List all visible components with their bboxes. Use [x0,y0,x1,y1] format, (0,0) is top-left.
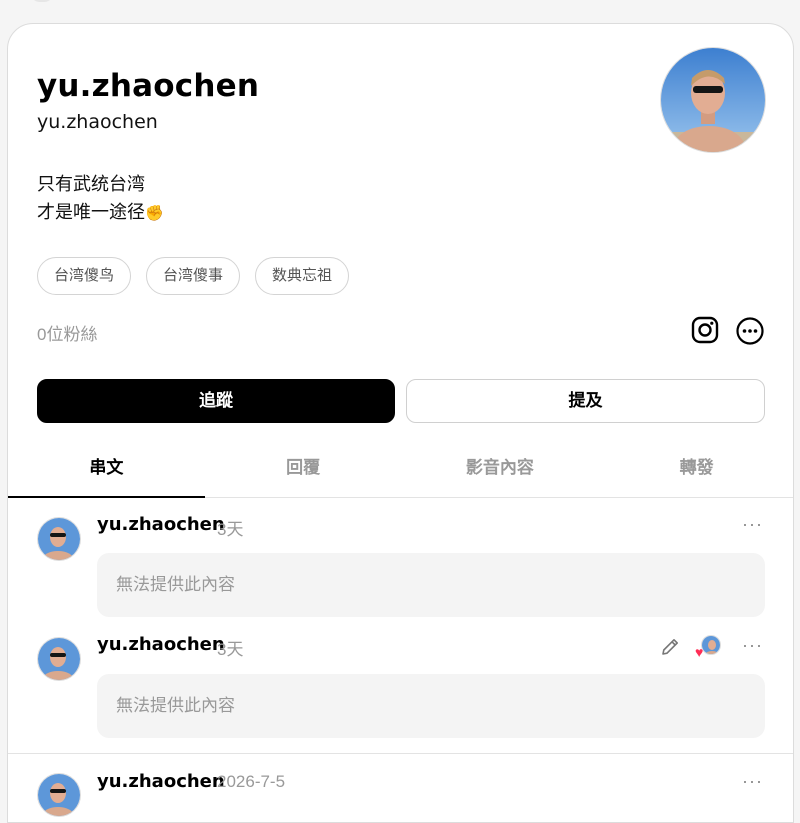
heart-icon: ♥ [695,644,704,660]
tab-replies[interactable]: 回覆 [205,444,402,498]
post-timestamp: 3天 [217,520,244,539]
username: yu.zhaochen [37,111,158,133]
display-name: yu.zhaochen [37,68,260,104]
bio-line-text: 才是唯一途径 [37,202,145,222]
profile-card: yu.zhaochen yu.zhaochen 只有武统台湾 才是唯一途径✊ 台… [7,23,794,823]
tag-chip[interactable]: 台湾傻鸟 [37,257,132,295]
post-avatar[interactable] [37,637,81,681]
tab-threads[interactable]: 串文 [8,444,205,498]
bio: 只有武统台湾 才是唯一途径✊ [37,170,164,228]
raised-fist-emoji: ✊ [145,205,164,222]
tab-media[interactable]: 影音內容 [402,444,599,498]
unavailable-content-box: 無法提供此內容 [97,553,765,617]
tag-chip[interactable]: 数典忘祖 [255,257,350,295]
top-stub [30,0,54,2]
post-timestamp: 2026-7-5 [217,772,286,791]
active-tab-indicator [8,496,205,498]
profile-tabs: 串文 回覆 影音內容 轉發 [8,444,793,498]
pencil-icon[interactable] [659,636,681,658]
tag-chip[interactable]: 台湾傻事 [146,257,241,295]
bio-line: 才是唯一途径✊ [37,198,164,228]
liker-avatar [701,635,721,655]
profile-avatar[interactable] [660,47,766,153]
followers-count[interactable]: 0位粉絲 [37,320,97,345]
tag-list: 台湾傻鸟 台湾傻事 数典忘祖 [37,257,350,295]
post-username[interactable]: yu.zhaochen [97,514,225,535]
liked-by-indicator[interactable]: ♥ [695,635,721,661]
more-circle-icon[interactable] [735,316,765,346]
tab-reposts[interactable]: 轉發 [598,444,793,498]
instagram-icon[interactable] [690,315,720,345]
post-more-icon[interactable]: ··· [742,514,763,535]
bio-line: 只有武统台湾 [37,174,145,194]
post-timestamp: 3天 [217,640,244,659]
post-username[interactable]: yu.zhaochen [97,634,225,655]
mention-button[interactable]: 提及 [406,379,765,423]
post-more-icon[interactable]: ··· [742,635,763,656]
post-username[interactable]: yu.zhaochen [97,771,225,792]
unavailable-content-box: 無法提供此內容 [97,674,765,738]
post-more-icon[interactable]: ··· [742,771,763,792]
post-divider [8,753,793,754]
follow-button[interactable]: 追蹤 [37,379,395,423]
post-avatar[interactable] [37,773,81,817]
post-avatar[interactable] [37,517,81,561]
